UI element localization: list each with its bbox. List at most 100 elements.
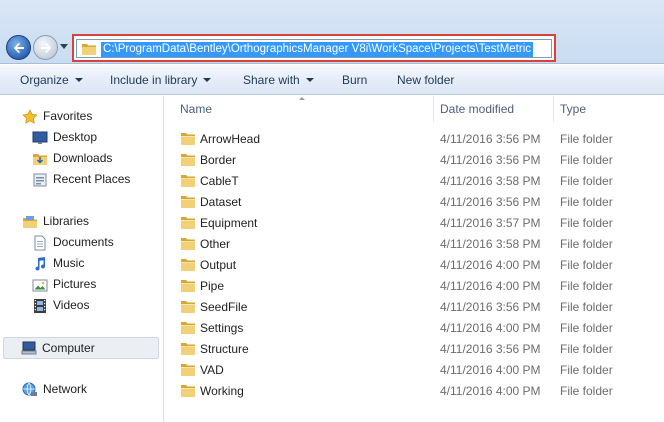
sidebar-item-pictures[interactable]: Pictures [32,275,152,294]
column-divider[interactable] [553,96,554,122]
table-row[interactable]: SeedFile 4/11/2016 3:56 PM File folder [165,296,664,317]
file-date-modified: 4/11/2016 4:00 PM [440,384,541,398]
address-bar[interactable]: C:\ProgramData\Bentley\OrthographicsMana… [72,34,556,62]
sidebar-item-network[interactable]: Network [22,380,152,399]
chevron-down-icon [203,78,212,82]
column-header-type[interactable]: Type [560,96,660,122]
file-name: Border [200,153,237,167]
table-row[interactable]: VAD 4/11/2016 4:00 PM File folder [165,359,664,380]
forward-arrow-icon [41,42,52,54]
file-name: Output [200,258,237,272]
file-date-modified: 4/11/2016 3:56 PM [440,342,541,356]
table-row[interactable]: Equipment 4/11/2016 3:57 PM File folder [165,212,664,233]
sidebar-item-label: Downloads [53,151,113,165]
file-type: File folder [560,363,613,377]
sidebar-item-label: Videos [53,298,90,312]
organize-label: Organize [20,73,69,87]
file-date-modified: 4/11/2016 4:00 PM [440,363,541,377]
burn-button[interactable]: Burn [342,73,367,87]
file-name: Working [200,384,244,398]
sidebar-item-videos[interactable]: Videos [32,296,152,315]
table-row[interactable]: Dataset 4/11/2016 3:56 PM File folder [165,191,664,212]
file-type: File folder [560,153,613,167]
folder-icon [181,322,195,334]
column-divider[interactable] [433,96,434,122]
folder-icon [181,217,195,229]
back-button[interactable] [6,35,31,60]
column-header-name[interactable]: Name [180,96,430,122]
sidebar-item-documents[interactable]: Documents [32,233,152,252]
sidebar-item-favorites[interactable]: Favorites [22,107,152,126]
folder-icon [181,280,195,292]
table-row[interactable]: Other 4/11/2016 3:58 PM File folder [165,233,664,254]
address-field[interactable]: C:\ProgramData\Bentley\OrthographicsMana… [76,39,552,58]
sidebar-item-label: Music [53,256,85,270]
sidebar-item-recent-places[interactable]: Recent Places [32,170,157,189]
folder-icon [82,44,96,55]
recent-places-icon [33,173,47,187]
address-path[interactable]: C:\ProgramData\Bentley\OrthographicsMana… [101,42,534,57]
file-list: Name Date modified Type ArrowHead 4/11/20… [165,96,664,422]
file-type: File folder [560,237,613,251]
chevron-down-icon [305,78,314,82]
sidebar-item-computer[interactable]: Computer [3,337,159,359]
sidebar-item-label: Documents [53,235,114,249]
table-row[interactable]: ArrowHead 4/11/2016 3:56 PM File folder [165,128,664,149]
file-type: File folder [560,195,613,209]
file-type: File folder [560,132,613,146]
file-type: File folder [560,300,613,314]
file-name: Equipment [200,216,258,230]
file-date-modified: 4/11/2016 3:56 PM [440,153,541,167]
table-row[interactable]: Structure 4/11/2016 3:56 PM File folder [165,338,664,359]
file-type: File folder [560,384,613,398]
libraries-icon [23,216,37,228]
table-row[interactable]: Settings 4/11/2016 4:00 PM File folder [165,317,664,338]
folder-icon [181,259,195,271]
file-type: File folder [560,279,613,293]
sidebar-item-label: Computer [42,341,95,355]
column-header-date-modified[interactable]: Date modified [440,96,550,122]
table-row[interactable]: Border 4/11/2016 3:56 PM File folder [165,149,664,170]
share-with-menu[interactable]: Share with [243,73,314,87]
file-type: File folder [560,342,613,356]
file-type: File folder [560,216,613,230]
include-in-library-menu[interactable]: Include in library [110,73,212,87]
new-folder-button[interactable]: New folder [397,73,454,87]
folder-icon [181,385,195,397]
sidebar-item-label: Desktop [53,130,98,144]
sidebar-item-desktop[interactable]: Desktop [32,128,152,147]
sidebar-item-label: Recent Places [53,172,131,186]
file-type: File folder [560,258,613,272]
folder-icon [181,343,195,355]
computer-icon [21,341,37,355]
recent-pages-dropdown[interactable] [60,44,68,49]
file-date-modified: 4/11/2016 4:00 PM [440,321,541,335]
file-type: File folder [560,174,613,188]
file-date-modified: 4/11/2016 3:58 PM [440,237,541,251]
sidebar-item-label: Libraries [43,214,90,228]
star-icon [22,109,38,124]
pictures-icon [32,279,48,292]
sidebar-item-libraries[interactable]: Libraries [22,212,152,231]
organize-menu[interactable]: Organize [20,73,83,87]
file-date-modified: 4/11/2016 4:00 PM [440,258,541,272]
share-with-label: Share with [243,73,300,87]
file-name: VAD [200,363,224,377]
file-name: ArrowHead [200,132,261,146]
sidebar-item-label: Network [43,382,88,396]
file-date-modified: 4/11/2016 3:56 PM [440,300,541,314]
navigation-bar: C:\ProgramData\Bentley\OrthographicsMana… [0,0,664,64]
folder-icon [181,301,195,313]
table-row[interactable]: Pipe 4/11/2016 4:00 PM File folder [165,275,664,296]
folder-icon [181,133,195,145]
file-date-modified: 4/11/2016 3:56 PM [440,195,541,209]
file-date-modified: 4/11/2016 3:57 PM [440,216,541,230]
sidebar-item-downloads[interactable]: Downloads [32,149,152,168]
table-row[interactable]: CableT 4/11/2016 3:58 PM File folder [165,170,664,191]
file-name: Pipe [200,279,225,293]
table-row[interactable]: Output 4/11/2016 4:00 PM File folder [165,254,664,275]
forward-button[interactable] [33,35,58,60]
folder-icon [181,154,195,166]
table-row[interactable]: Working 4/11/2016 4:00 PM File folder [165,380,664,401]
sidebar-item-music[interactable]: Music [32,254,152,273]
